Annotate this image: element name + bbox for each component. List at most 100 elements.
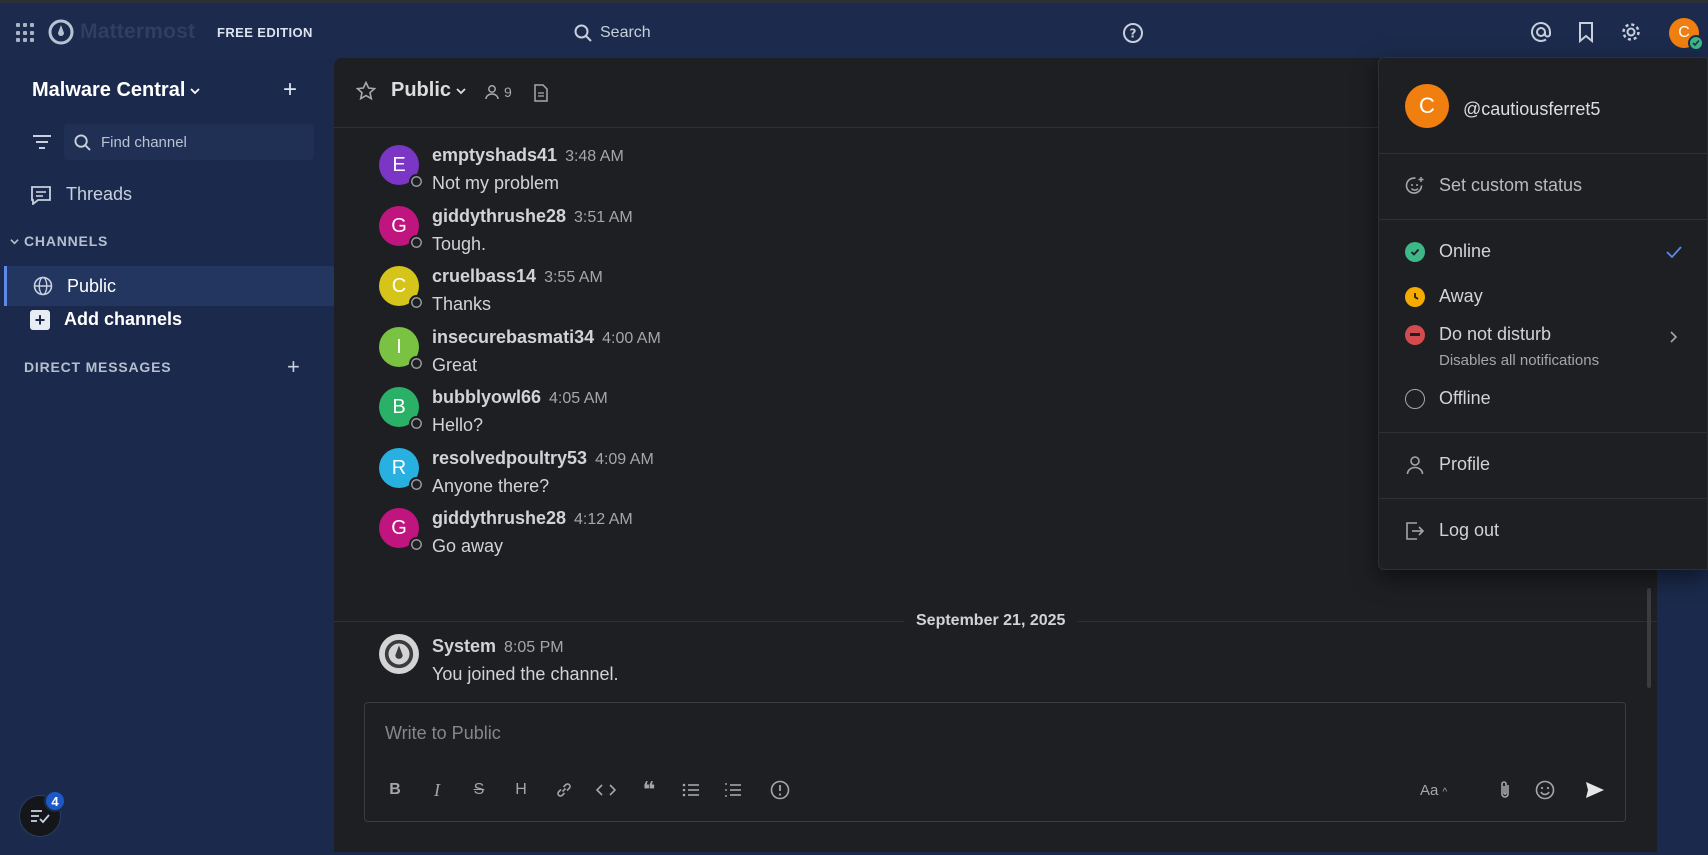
system-message[interactable]: System 8:05 PM You joined the channel. [379,636,1479,696]
link-icon[interactable] [549,775,579,805]
offline-status-icon [409,416,424,431]
message-header: insecurebasmati34 4:00 AM [432,327,661,348]
italic-icon[interactable]: I [422,775,452,805]
set-custom-status-item[interactable]: Set custom status [1405,175,1582,196]
message-post[interactable]: E emptyshads41 3:48 AM Not my problem [379,145,1479,205]
timestamp[interactable]: 4:00 AM [602,330,661,347]
message-header: System 8:05 PM [432,636,564,657]
message-composer[interactable]: Write to Public B I S H ❝ Aa ^ [364,702,1626,822]
set-custom-status-label: Set custom status [1439,175,1583,195]
user-avatar[interactable]: R [379,448,424,492]
username[interactable]: insecurebasmati34 [432,327,594,347]
mentions-icon[interactable] [1530,21,1552,43]
bold-icon[interactable]: B [380,775,410,805]
chevron-right-icon [1670,331,1678,343]
timestamp[interactable]: 4:12 AM [574,511,633,528]
message-post[interactable]: R resolvedpoultry53 4:09 AM Anyone there? [379,448,1479,508]
username[interactable]: bubblyowl66 [432,387,541,407]
channel-files-icon[interactable] [533,84,549,102]
dnd-description: Disables all notifications [1439,352,1600,369]
add-channels-button[interactable]: + Add channels [30,309,182,330]
settings-gear-icon[interactable] [1620,21,1642,43]
code-icon[interactable] [591,775,621,805]
message-post[interactable]: C cruelbass14 3:55 AM Thanks [379,266,1479,326]
strikethrough-icon[interactable]: S [464,775,494,805]
channels-header-label: CHANNELS [24,233,109,249]
timestamp[interactable]: 3:55 AM [544,269,603,286]
user-avatar[interactable]: E [379,145,424,189]
offline-status-icon [409,235,424,250]
online-icon [1405,241,1425,262]
avatar-initial: R [391,456,407,479]
status-offline-item[interactable]: Offline [1405,388,1491,409]
message-post[interactable]: I insecurebasmati34 4:00 AM Great [379,327,1479,387]
attachment-icon[interactable] [1490,775,1520,805]
numbered-list-icon[interactable] [718,775,748,805]
saved-messages-icon[interactable] [1576,21,1596,43]
add-dm-icon[interactable]: + [287,354,300,380]
status-dnd-item[interactable]: Do not disturb [1405,324,1551,345]
channel-name-menu[interactable]: Public [391,79,467,102]
top-bar: Mattermost FREE EDITION Search ? C [0,0,1708,58]
profile-item[interactable]: Profile [1405,454,1490,475]
username[interactable]: cruelbass14 [432,266,536,286]
avatar-initial: I [396,335,402,358]
logout-item[interactable]: Log out [1405,520,1499,541]
emoji-icon[interactable] [1530,775,1560,805]
team-name-menu[interactable]: Malware Central [32,79,201,102]
priority-icon[interactable] [765,775,795,805]
timestamp[interactable]: 4:09 AM [595,451,654,468]
timestamp[interactable]: 3:51 AM [574,209,633,226]
send-icon[interactable] [1577,775,1613,805]
scrollbar[interactable] [1647,588,1651,688]
status-away-item[interactable]: Away [1405,286,1483,307]
user-avatar[interactable]: C [379,266,424,310]
sidebar-item-threads[interactable]: Threads [30,184,132,205]
user-avatar[interactable]: G [379,508,424,552]
username[interactable]: emptyshads41 [432,145,557,165]
message-post[interactable]: B bubblyowl66 4:05 AM Hello? [379,387,1479,447]
username[interactable]: giddythrushe28 [432,508,566,528]
menu-divider [1379,498,1708,499]
message-post[interactable]: G giddythrushe28 3:51 AM Tough. [379,206,1479,266]
filter-icon[interactable] [32,134,52,150]
search-label: Search [600,24,651,41]
username[interactable]: giddythrushe28 [432,206,566,226]
sidebar-item-public[interactable]: Public [4,266,334,306]
user-avatar[interactable]: I [379,327,424,371]
help-icon[interactable]: ? [1122,22,1144,44]
channels-section-header[interactable]: CHANNELS [10,233,108,249]
threads-fab-button[interactable]: 4 [19,790,66,837]
star-icon[interactable] [356,81,376,101]
message-post[interactable]: G giddythrushe28 4:12 AM Go away [379,508,1479,568]
user-status-menu: C @cautiousferret5 Set custom status Onl… [1378,57,1708,570]
offline-status-icon [409,356,424,371]
add-channels-label: Add channels [64,309,183,329]
smile-plus-icon [1405,176,1424,194]
channel-label: Public [67,275,117,296]
user-avatar[interactable]: B [379,387,424,431]
find-channel-button[interactable]: Find channel [64,124,314,160]
threads-icon [31,185,51,205]
timestamp[interactable]: 3:48 AM [565,148,624,165]
online-status-badge [1688,35,1704,51]
timestamp[interactable]: 4:05 AM [549,390,608,407]
formatting-toggle[interactable]: Aa ^ [1420,782,1447,799]
timestamp[interactable]: 8:05 PM [504,639,564,656]
user-avatar-button[interactable]: C [1669,18,1704,51]
heading-icon[interactable]: H [506,775,536,805]
aa-label: Aa [1420,782,1439,799]
message-text: Great [432,355,478,375]
product-menu-icon[interactable] [16,23,36,43]
add-icon[interactable]: + [283,78,297,102]
user-avatar[interactable]: G [379,206,424,250]
member-count-button[interactable]: 9 [484,84,512,100]
menu-divider [1379,153,1708,154]
status-online-item[interactable]: Online [1405,241,1491,262]
username[interactable]: resolvedpoultry53 [432,448,587,468]
composer-placeholder[interactable]: Write to Public [385,723,501,744]
direct-messages-section-header[interactable]: DIRECT MESSAGES [24,359,171,375]
search-bar[interactable]: Search [574,19,651,47]
bulleted-list-icon[interactable] [676,775,706,805]
quote-icon[interactable]: ❝ [634,775,664,805]
